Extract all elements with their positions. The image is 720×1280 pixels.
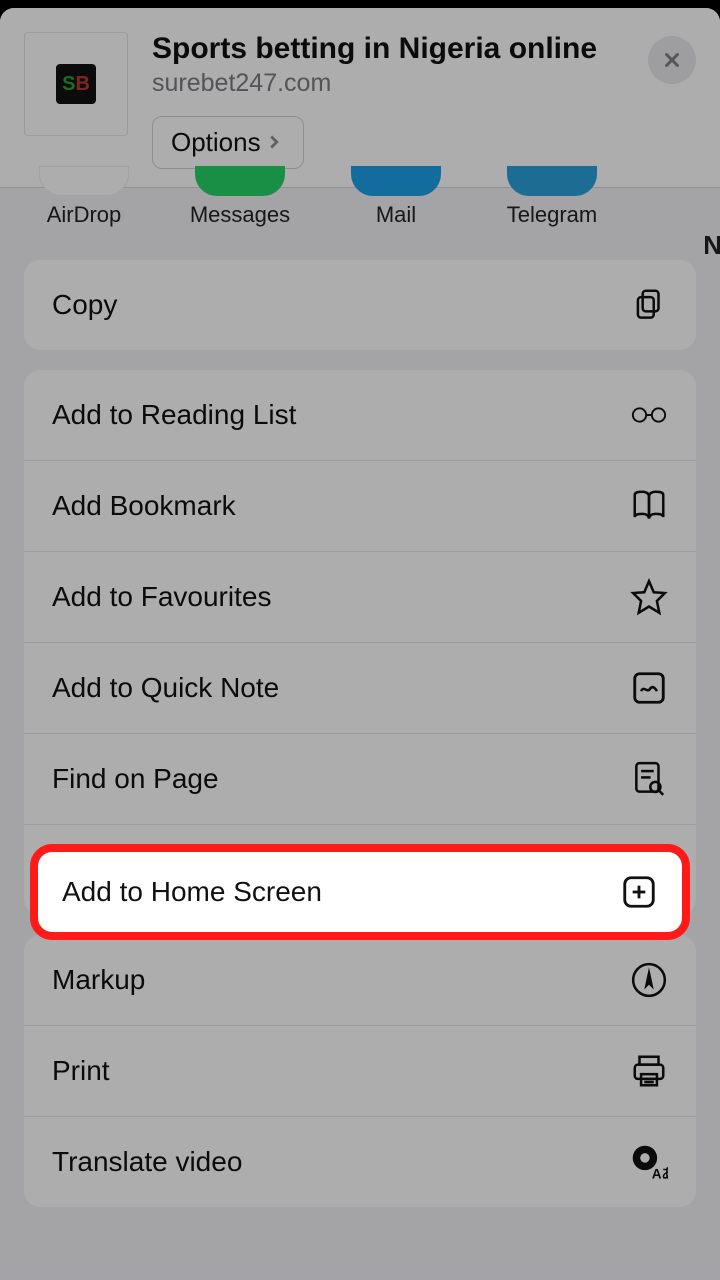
reading-list-row[interactable]: Add to Reading List xyxy=(24,370,696,461)
row-label: Add to Reading List xyxy=(52,399,296,431)
share-label: Telegram xyxy=(507,202,597,228)
site-icon: SB xyxy=(24,32,128,136)
share-target-telegram[interactable]: Telegram xyxy=(492,166,612,228)
share-label: Messages xyxy=(190,202,290,228)
share-target-airdrop[interactable]: AirDrop xyxy=(24,166,144,228)
site-icon-letter-b: B xyxy=(75,73,89,96)
copy-icon xyxy=(630,286,668,324)
quicknote-icon xyxy=(630,669,668,707)
svg-text:Aあ: Aあ xyxy=(652,1166,668,1181)
row-label: Markup xyxy=(52,964,145,996)
print-icon xyxy=(630,1052,668,1090)
site-icon-letter-s: S xyxy=(62,73,75,96)
share-label: AirDrop xyxy=(47,202,122,228)
share-label: Mail xyxy=(376,202,416,228)
print-row[interactable]: Print xyxy=(24,1026,696,1117)
row-label: Add to Home Screen xyxy=(52,854,312,886)
row-label: Add to Favourites xyxy=(52,581,271,613)
chevron-right-icon xyxy=(263,131,285,153)
translate-video-row[interactable]: Translate video Aあ xyxy=(24,1117,696,1207)
copy-row[interactable]: Copy xyxy=(24,260,696,350)
row-label: Add Bookmark xyxy=(52,490,236,522)
translate-icon: Aあ xyxy=(630,1143,668,1181)
row-label: Find on Page xyxy=(52,763,219,795)
find-on-page-row[interactable]: Find on Page xyxy=(24,734,696,825)
action-group-util: Markup Print Translate video Aあ xyxy=(24,935,696,1207)
row-label: Add to Quick Note xyxy=(52,672,279,704)
action-group-add: Add to Reading List Add Bookmark Add to … xyxy=(24,370,696,915)
page-url: surebet247.com xyxy=(152,69,624,98)
share-targets-row: AirDrop Messages Mail Telegram xyxy=(0,166,720,242)
book-icon xyxy=(630,487,668,525)
row-label: Copy xyxy=(52,289,117,321)
markup-row[interactable]: Markup xyxy=(24,935,696,1026)
quick-note-row[interactable]: Add to Quick Note xyxy=(24,643,696,734)
plus-app-icon xyxy=(630,851,668,889)
page-title: Sports betting in Nigeria online xyxy=(152,32,624,67)
options-label: Options xyxy=(171,127,261,158)
find-icon xyxy=(630,760,668,798)
close-button[interactable] xyxy=(648,36,696,84)
share-target-messages[interactable]: Messages xyxy=(180,166,300,228)
close-icon xyxy=(661,49,683,71)
row-label: Print xyxy=(52,1055,110,1087)
add-to-home-screen-row[interactable]: Add to Home Screen xyxy=(24,825,696,915)
markup-icon xyxy=(630,961,668,999)
action-group-copy: Copy xyxy=(24,260,696,350)
bookmark-row[interactable]: Add Bookmark xyxy=(24,461,696,552)
share-target-mail[interactable]: Mail xyxy=(336,166,456,228)
star-icon xyxy=(630,578,668,616)
row-label: Translate video xyxy=(52,1146,242,1178)
share-sheet-header: SB Sports betting in Nigeria online sure… xyxy=(0,8,720,188)
favourites-row[interactable]: Add to Favourites xyxy=(24,552,696,643)
options-button[interactable]: Options xyxy=(152,116,304,169)
share-target-partial-next: N xyxy=(703,230,720,261)
glasses-icon xyxy=(630,396,668,434)
